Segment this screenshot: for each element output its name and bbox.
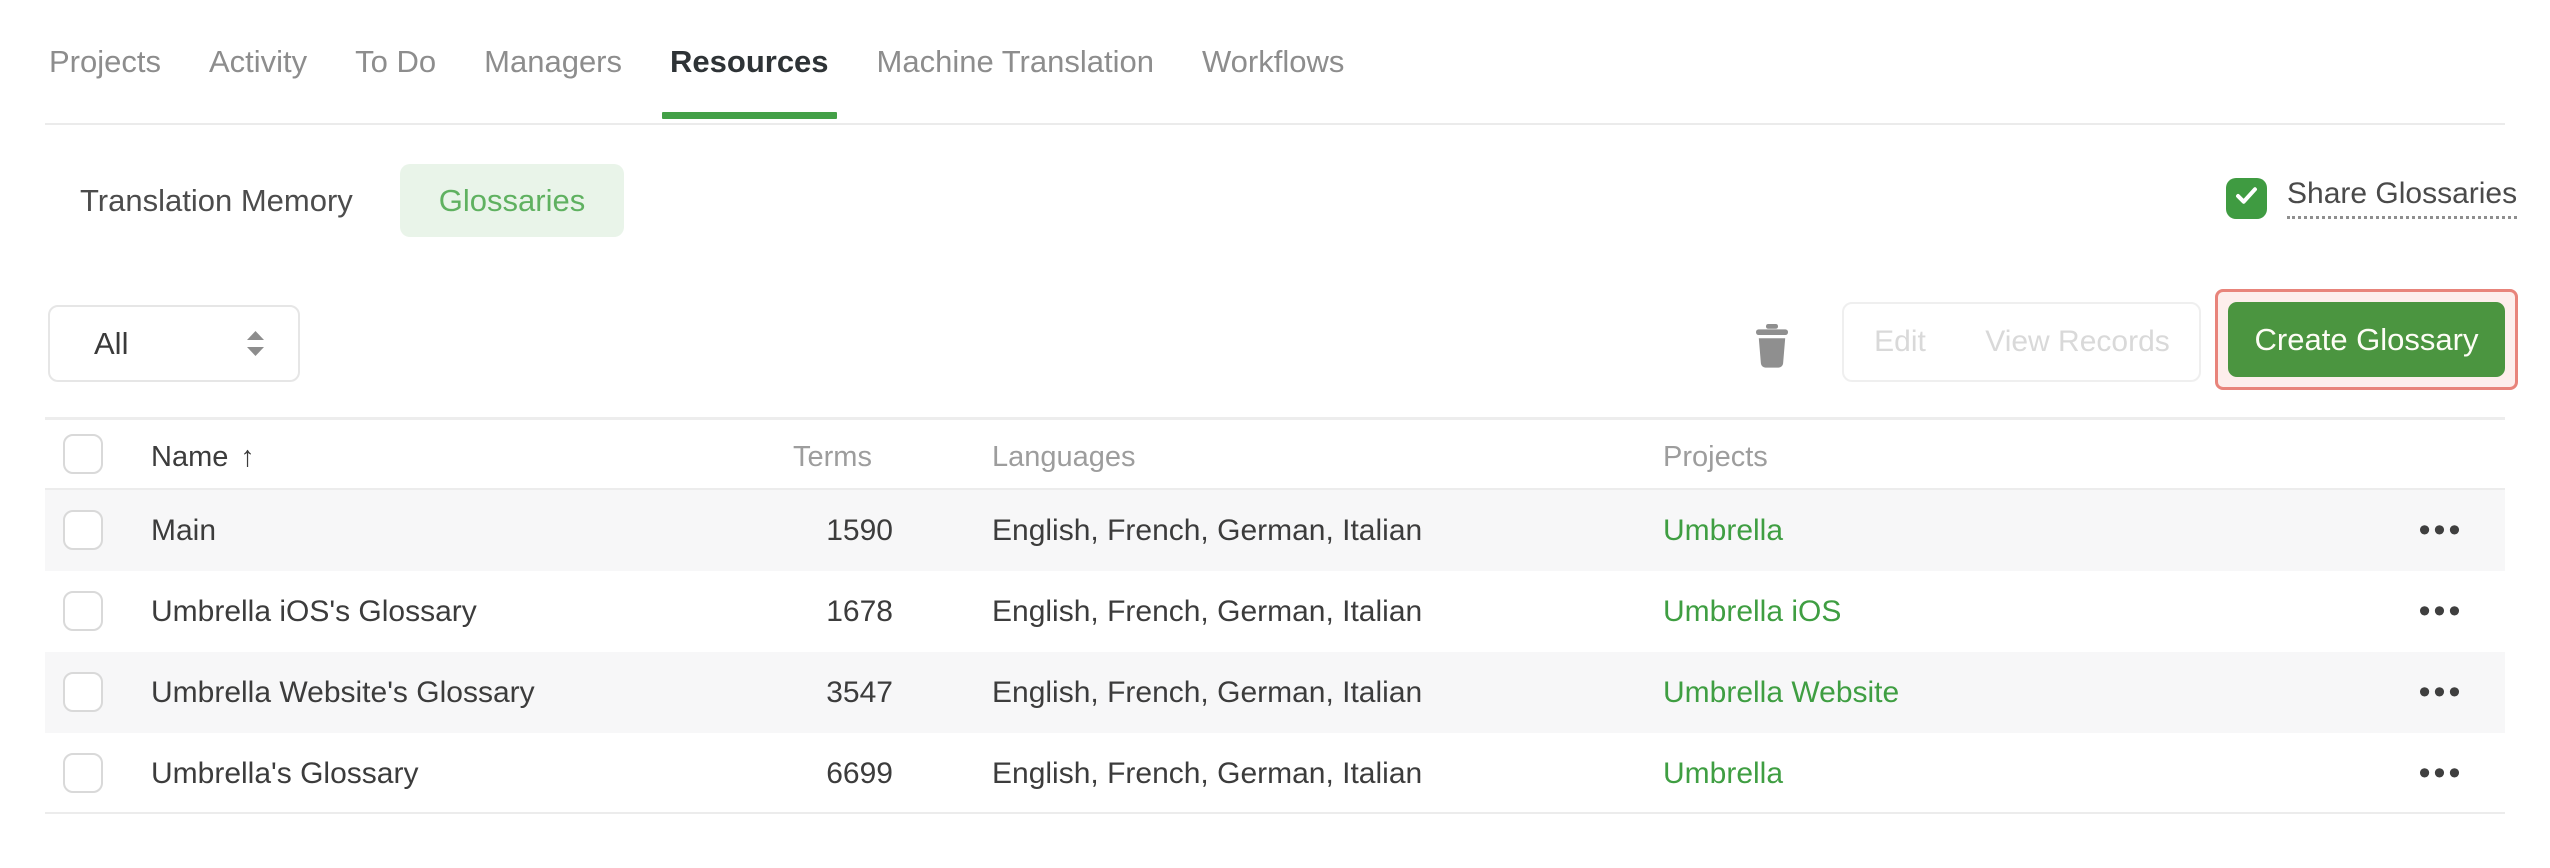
- row-menu-button[interactable]: •••: [2401, 490, 2481, 571]
- share-glossaries-control[interactable]: Share Glossaries: [2226, 177, 2518, 219]
- row-menu-button[interactable]: •••: [2401, 571, 2481, 652]
- row-menu-button[interactable]: •••: [2401, 652, 2481, 733]
- table-row: Umbrella Website's Glossary 3547 English…: [45, 652, 2505, 733]
- resources-subnav: Translation Memory Glossaries: [80, 164, 625, 237]
- glossary-languages: English, French, German, Italian: [992, 676, 1423, 709]
- view-records-button[interactable]: View Records: [1956, 304, 2199, 380]
- glossary-table-header: Name ↑ Terms Languages Projects: [45, 420, 2505, 490]
- glossary-name: Umbrella's Glossary: [151, 757, 419, 790]
- create-glossary-highlight-box: Create Glossary: [2215, 289, 2518, 390]
- row-menu-button[interactable]: •••: [2401, 733, 2481, 814]
- row-checkbox[interactable]: [63, 753, 103, 793]
- filter-selected-value: All: [94, 325, 129, 361]
- table-row: Main 1590 English, French, German, Itali…: [45, 490, 2505, 571]
- row-checkbox[interactable]: [63, 510, 103, 550]
- sort-ascending-icon: ↑: [240, 441, 255, 473]
- project-link[interactable]: Umbrella: [1663, 733, 1783, 814]
- delete-glossary-button[interactable]: [1754, 323, 1790, 372]
- column-header-terms[interactable]: Terms: [793, 420, 872, 488]
- table-row: Umbrella's Glossary 6699 English, French…: [45, 733, 2505, 814]
- project-link[interactable]: Umbrella Website: [1663, 652, 1899, 733]
- glossary-languages: English, French, German, Italian: [992, 595, 1423, 628]
- subtab-glossaries[interactable]: Glossaries: [399, 164, 625, 237]
- tab-workflows[interactable]: Workflows: [1202, 44, 1344, 80]
- share-glossaries-checkbox[interactable]: [2226, 177, 2267, 219]
- column-header-name[interactable]: Name ↑: [151, 420, 255, 488]
- select-all-checkbox[interactable]: [63, 434, 103, 474]
- row-checkbox[interactable]: [63, 672, 103, 712]
- glossary-terms-count: 6699: [826, 757, 893, 790]
- subtab-translation-memory[interactable]: Translation Memory: [80, 183, 353, 219]
- nav-divider: [45, 123, 2505, 125]
- glossary-name: Umbrella iOS's Glossary: [151, 595, 477, 628]
- check-icon: [2233, 182, 2260, 214]
- active-tab-underline: [662, 112, 837, 119]
- top-navigation: Projects Activity To Do Managers Resourc…: [49, 44, 1344, 119]
- trash-icon: [1754, 323, 1790, 372]
- glossary-languages: English, French, German, Italian: [992, 514, 1423, 547]
- tab-resources[interactable]: Resources: [662, 44, 837, 119]
- tab-managers[interactable]: Managers: [484, 44, 622, 80]
- project-link[interactable]: Umbrella iOS: [1663, 571, 1841, 652]
- table-row: Umbrella iOS's Glossary 1678 English, Fr…: [45, 571, 2505, 652]
- glossary-languages: English, French, German, Italian: [992, 757, 1423, 790]
- column-header-languages[interactable]: Languages: [992, 420, 1136, 488]
- glossary-filter-select[interactable]: All: [48, 305, 300, 382]
- tab-projects[interactable]: Projects: [49, 44, 161, 80]
- glossary-table-body: Main 1590 English, French, German, Itali…: [45, 490, 2505, 814]
- glossary-terms-count: 1678: [826, 595, 893, 628]
- tab-resources-label: Resources: [670, 44, 829, 79]
- glossary-name: Main: [151, 514, 217, 547]
- share-glossaries-label: Share Glossaries: [2287, 177, 2518, 219]
- column-header-projects[interactable]: Projects: [1663, 420, 1768, 488]
- sort-arrows-icon: [243, 328, 268, 359]
- tab-activity[interactable]: Activity: [209, 44, 307, 80]
- glossaries-page: Projects Activity To Do Managers Resourc…: [0, 0, 2550, 868]
- tab-to-do[interactable]: To Do: [355, 44, 436, 80]
- glossary-name: Umbrella Website's Glossary: [151, 676, 535, 709]
- edit-button[interactable]: Edit: [1844, 304, 1956, 380]
- glossary-terms-count: 1590: [826, 514, 893, 547]
- column-header-name-label: Name: [151, 441, 229, 473]
- create-glossary-button[interactable]: Create Glossary: [2228, 302, 2505, 377]
- project-link[interactable]: Umbrella: [1663, 490, 1783, 571]
- selection-actions-group: Edit View Records: [1842, 302, 2201, 382]
- glossary-terms-count: 3547: [826, 676, 893, 709]
- tab-machine-translation[interactable]: Machine Translation: [877, 44, 1154, 80]
- row-checkbox[interactable]: [63, 591, 103, 631]
